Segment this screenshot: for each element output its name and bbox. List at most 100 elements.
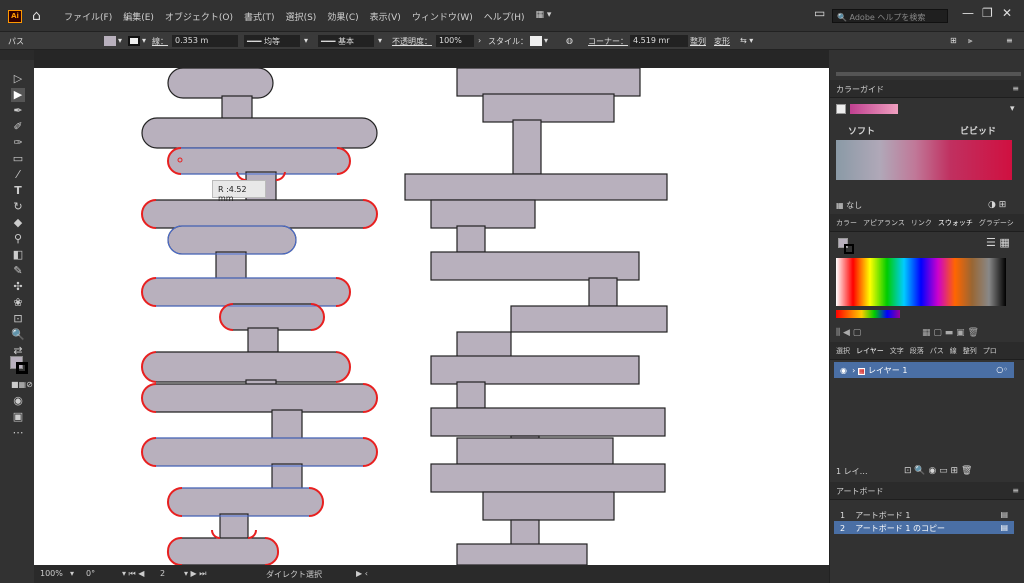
menu-edit[interactable]: 編集(E) xyxy=(123,10,154,23)
artboard-options-icon[interactable]: ▤ xyxy=(1000,523,1008,532)
opacity-arrow-icon[interactable]: › xyxy=(478,36,481,45)
zoom-level[interactable]: 100% xyxy=(40,569,63,578)
eyedropper-tool-icon[interactable]: ✎ xyxy=(11,264,25,278)
artboard-options-icon[interactable]: ▤ xyxy=(1000,510,1008,519)
arrange-panels-icon[interactable]: ⊞ xyxy=(950,36,957,45)
tab-paragraph[interactable]: 段落 xyxy=(910,346,924,355)
rotation-value[interactable]: 0° xyxy=(86,569,95,578)
menu-window[interactable]: ウィンドウ(W) xyxy=(412,10,473,23)
opacity-label[interactable]: 不透明度： xyxy=(392,36,432,47)
layer-row[interactable]: ◉ › ▦ レイヤー 1 ○◦ xyxy=(834,362,1014,378)
swatch-group[interactable] xyxy=(836,310,900,318)
profile-dropdown-icon[interactable]: ▾ xyxy=(304,36,308,45)
artboard-canvas[interactable]: R :4.52 mm xyxy=(34,68,829,565)
help-search-input[interactable]: 🔍 Adobe ヘルプを検索 xyxy=(832,9,948,23)
color-mode-icon[interactable]: ■▦⊘ xyxy=(11,378,33,392)
zoom-tool-icon[interactable]: 🔍 xyxy=(11,328,25,342)
tab-pathfinder[interactable]: パス xyxy=(930,346,944,355)
menu-file[interactable]: ファイル(F) xyxy=(64,10,112,23)
blend-tool-icon[interactable]: ✣ xyxy=(11,280,25,294)
puppet-warp-tool-icon[interactable]: ⚲ xyxy=(11,232,25,246)
corner-label[interactable]: コーナー： xyxy=(588,36,628,47)
pen-tool-icon[interactable]: ✒ xyxy=(11,104,25,118)
artboard-next-icon[interactable]: ▾ ▶ ⏭ xyxy=(184,569,206,579)
artboard-number[interactable]: 2 xyxy=(160,569,165,578)
fill-dropdown-icon[interactable]: ▾ xyxy=(118,36,122,45)
menu-view[interactable]: 表示(V) xyxy=(370,10,401,23)
swatch-library-icon[interactable]: ⫼ ◀ ▢ xyxy=(836,328,861,338)
close-icon[interactable]: ✕ xyxy=(1002,6,1012,20)
isolate-icon[interactable]: ⇆ ▾ xyxy=(740,36,753,45)
free-transform-tool-icon[interactable]: ◧ xyxy=(11,248,25,262)
fill-swatch[interactable] xyxy=(104,36,116,46)
tab-swatches[interactable]: スウォッチ xyxy=(938,218,973,227)
harmony-dropdown-icon[interactable]: ▾ xyxy=(1010,104,1015,114)
artboards-menu-icon[interactable]: ≡ xyxy=(1012,486,1019,495)
tab-appearance[interactable]: アピアランス xyxy=(863,218,905,227)
tab-character[interactable]: 文字 xyxy=(890,346,904,355)
artboard-row-selected[interactable]: 2 アートボード 1 のコピー ▤ xyxy=(834,521,1014,534)
stroke-weight-field[interactable]: 0.353 m xyxy=(172,35,238,47)
base-color-swatch[interactable] xyxy=(836,104,846,114)
opacity-field[interactable]: 100% xyxy=(436,35,474,47)
swatch-view-icons[interactable]: ☰ ▦ xyxy=(986,236,1010,249)
color-guide-menu-icon[interactable]: ≡ xyxy=(1012,84,1019,93)
eraser-tool-icon[interactable]: ◆ xyxy=(11,216,25,230)
direct-selection-tool-icon[interactable]: ▶ xyxy=(11,88,25,102)
menu-help[interactable]: ヘルプ(H) xyxy=(484,10,525,23)
status-menu-icon[interactable]: ▶ ‹ xyxy=(356,569,368,578)
arrange-documents-icon[interactable]: ▭ xyxy=(814,6,825,20)
harmony-colors-swatch[interactable] xyxy=(850,104,898,114)
align-link[interactable]: 整列 xyxy=(690,36,706,47)
tab-links[interactable]: リンク xyxy=(911,218,932,227)
stroke-weight-label[interactable]: 線： xyxy=(152,36,168,47)
tab-color[interactable]: カラー xyxy=(836,218,857,227)
variable-width-profile[interactable]: ━━━ 均等 xyxy=(244,35,300,47)
corner-radius-field[interactable]: 4.519 mr xyxy=(630,35,688,47)
brush-definition[interactable]: ━━━ 基本 xyxy=(318,35,374,47)
brush-dropdown-icon[interactable]: ▾ xyxy=(378,36,382,45)
recolor-artwork-icon[interactable]: ◍ xyxy=(566,36,573,45)
home-icon[interactable]: ⌂ xyxy=(32,8,41,24)
menu-select[interactable]: 選択(S) xyxy=(286,10,317,23)
paintbrush-tool-icon[interactable]: ⁄ xyxy=(11,168,25,182)
workspace-switcher-icon[interactable]: ▦ ▾ xyxy=(536,10,552,23)
swatch-stroke-icon[interactable] xyxy=(844,244,854,254)
artboard-row[interactable]: 1 アートボード 1 ▤ xyxy=(834,508,1014,521)
color-variations-grid[interactable] xyxy=(836,140,1012,180)
tab-align[interactable]: 整列 xyxy=(963,346,977,355)
minimize-icon[interactable]: — xyxy=(962,6,974,20)
knife-icon[interactable]: ⫸ xyxy=(968,36,973,46)
restore-icon[interactable]: ❐ xyxy=(982,6,993,20)
tab-properties[interactable]: プロ xyxy=(983,346,997,355)
stroke-swatch[interactable] xyxy=(128,36,140,46)
layer-action-icons[interactable]: ⊡ 🔍 ◉ ▭ ⊞ 🗑 xyxy=(904,466,972,476)
artboard-tool-icon[interactable]: ⊡ xyxy=(11,312,25,326)
artboard-nav-icon[interactable]: ▾ ⏮ ◀ xyxy=(122,569,144,579)
stroke-color-icon[interactable] xyxy=(16,362,28,374)
anchor-tool-icon[interactable]: ✑ xyxy=(11,136,25,150)
tab-gradient[interactable]: グラデーシ xyxy=(979,218,1014,227)
stroke-dropdown-icon[interactable]: ▾ xyxy=(142,36,146,45)
layer-target-icon[interactable]: ○◦ xyxy=(996,365,1008,374)
draw-mode-icon[interactable]: ◉ xyxy=(11,394,25,408)
tab-stroke[interactable]: 線 xyxy=(950,346,957,355)
visibility-eye-icon[interactable]: ◉ xyxy=(840,366,847,375)
tab-layers[interactable]: レイヤー xyxy=(856,346,884,355)
menu-type[interactable]: 書式(T) xyxy=(244,10,275,23)
screen-mode-icon[interactable]: ▣ xyxy=(11,410,25,424)
save-group-icon[interactable]: ◑ ⊞ xyxy=(988,200,1006,210)
tab-selection[interactable]: 選択 xyxy=(836,346,850,355)
swatch-action-icons[interactable]: ▦ ▢ ▬ ▣ 🗑 xyxy=(922,328,979,338)
style-dropdown-icon[interactable]: ▾ xyxy=(544,36,548,45)
curvature-tool-icon[interactable]: ✐ xyxy=(11,120,25,134)
rectangle-tool-icon[interactable]: ▭ xyxy=(11,152,25,166)
transform-link[interactable]: 変形 xyxy=(714,36,730,47)
menu-object[interactable]: オブジェクト(O) xyxy=(165,10,233,23)
selection-tool-icon[interactable]: ▷ xyxy=(11,72,25,86)
swatch-library-grid[interactable] xyxy=(836,258,1006,306)
zoom-dropdown-icon[interactable]: ▾ xyxy=(70,569,74,578)
panel-menu-icon[interactable]: ≡ xyxy=(1006,36,1013,45)
type-tool-icon[interactable]: T xyxy=(11,184,25,198)
graphic-style-swatch[interactable] xyxy=(530,36,542,46)
